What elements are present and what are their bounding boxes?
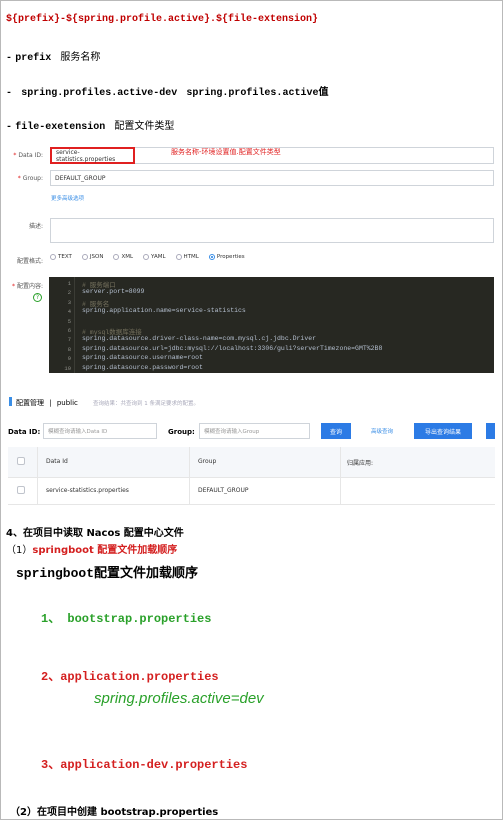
table-row[interactable]: service-statistics.properties DEFAULT_GR…: [8, 478, 495, 504]
list-title: 配置管理 | public: [16, 399, 78, 407]
editor-line-number: 9: [67, 355, 71, 363]
row-group: DEFAULT_GROUP: [198, 487, 249, 494]
editor-gutter-divider: [74, 277, 75, 373]
advanced-options-link[interactable]: 更多高级选项: [51, 194, 84, 202]
subsection-1-title: springboot 配置文件加载顺序: [32, 545, 178, 556]
format-radio-group: TEXT JSON XML YAML HTML Properties: [50, 254, 245, 260]
editor-code-line: spring.application.name=service-statisti…: [82, 307, 246, 315]
list-group-label: Group:: [168, 428, 195, 436]
editor-code-line: server.port=8099: [82, 288, 145, 296]
filename-formula-heading: ${prefix}-${spring.profile.active}.${fil…: [6, 14, 319, 25]
editor-code-line: spring.datasource.password=root: [82, 363, 203, 371]
editor-code-line: spring.datasource.url=jdbc:mysql://local…: [82, 344, 383, 352]
load-order-item-1: 1、 bootstrap.properties: [41, 612, 212, 626]
table-header: [8, 447, 495, 477]
editor-line-number: 7: [67, 336, 71, 344]
editor-line-number: 4: [67, 308, 71, 316]
editor-line-number: 2: [67, 289, 71, 297]
format-radio-yaml[interactable]: YAML: [143, 254, 166, 260]
bullet-key: file-exetension: [15, 122, 106, 133]
load-order-item-3: 3、application-dev.properties: [41, 758, 248, 772]
config-content-editor[interactable]: 1 # 服务端口 2 server.port=8099 3 # 服务名 4 spring.ap…: [49, 277, 494, 373]
load-order-title: springboot配置文件加载顺序: [16, 566, 199, 581]
group-value: DEFAULT_GROUP: [55, 174, 106, 182]
format-radio-json[interactable]: JSON: [81, 254, 103, 260]
data-id-value: service-statistics.properties: [56, 148, 116, 163]
subsection-1: （1）springboot 配置文件加载顺序: [6, 541, 177, 556]
editor-code-line: spring.datasource.username=root: [82, 354, 203, 362]
bullet-desc: 服务名称: [60, 52, 101, 63]
editor-line-number: 10: [64, 364, 71, 372]
bullet-key: prefix: [15, 53, 52, 64]
format-radio-html[interactable]: HTML: [175, 254, 199, 260]
editor-line-number: 3: [67, 298, 71, 306]
list-data-id-label: Data ID:: [8, 428, 41, 436]
subsection-1-number: （1）: [6, 545, 33, 556]
editor-line-number: 5: [67, 317, 71, 325]
editor-line-number: 8: [67, 345, 71, 353]
editor-line-number: 6: [67, 327, 71, 334]
query-button[interactable]: 查询: [321, 423, 351, 439]
description-label: 描述:: [28, 223, 43, 230]
section-heading: 4、在项目中读取 Nacos 配置中心文件: [6, 528, 184, 539]
advanced-query-link[interactable]: 高级查询: [367, 423, 397, 439]
group-search-input[interactable]: 模糊查询请输入Group: [199, 423, 310, 439]
row-checkbox[interactable]: [17, 486, 25, 494]
data-id-label: * Data ID:: [13, 152, 43, 159]
profile-active-note: spring.profiles.active=dev: [94, 690, 264, 707]
column-header-app: 归属应用:: [347, 460, 374, 467]
editor-code-line: spring.datasource.driver-class-name=com.…: [82, 335, 317, 343]
nacos-config-list: 配置管理 | public 查询结果：共查询到 1 条满足要求的配置。 Data…: [5, 388, 495, 512]
bullet-key: spring.profiles.active-dev: [21, 88, 178, 99]
format-label: 配置格式:: [16, 258, 43, 265]
bullet-dash: -: [6, 122, 13, 133]
query-result-text: 查询结果：共查询到 1 条满足要求的配置。: [93, 401, 199, 407]
row-data-id: service-statistics.properties: [46, 487, 129, 494]
export-button[interactable]: 导出查询结果: [414, 423, 472, 439]
column-header-data-id: Data Id: [46, 458, 68, 465]
bullet-desc: spring.profiles.active值: [186, 88, 329, 99]
next-button-partial[interactable]: [486, 423, 495, 439]
column-header-group: Group: [198, 458, 217, 465]
bullet-dash: -: [6, 53, 13, 64]
group-input[interactable]: DEFAULT_GROUP: [50, 170, 494, 186]
title-accent-bar: [9, 397, 12, 406]
format-radio-properties[interactable]: Properties: [208, 254, 245, 260]
format-radio-xml[interactable]: XML: [113, 254, 133, 260]
data-id-input[interactable]: service-statistics.properties: [50, 147, 135, 164]
subsection-2: （2）在项目中创建 bootstrap.properties: [10, 807, 219, 818]
select-all-checkbox[interactable]: [17, 457, 25, 465]
format-radio-text[interactable]: TEXT: [50, 254, 72, 260]
help-icon[interactable]: ?: [33, 293, 42, 302]
bullet-desc: 配置文件类型: [114, 121, 175, 132]
bullet-extension: - file-exetension 配置文件类型: [6, 117, 174, 133]
load-order-item-2: 2、application.properties: [41, 670, 219, 684]
content-label: * 配置内容:: [12, 283, 43, 290]
annotation-text: 服务名称-环境设置值.配置文件类型: [171, 148, 281, 156]
bullet-prefix: - prefix 服务名称: [6, 48, 100, 64]
description-textarea[interactable]: [50, 218, 494, 243]
table-divider: [8, 504, 495, 505]
group-label: * Group:: [17, 175, 43, 182]
data-id-search-input[interactable]: 模糊查询请输入Data ID: [43, 423, 157, 439]
bullet-dash: -: [6, 88, 13, 99]
editor-line-number: 1: [67, 280, 71, 287]
bullet-profile: - spring.profiles.active-dev spring.prof…: [6, 83, 328, 99]
